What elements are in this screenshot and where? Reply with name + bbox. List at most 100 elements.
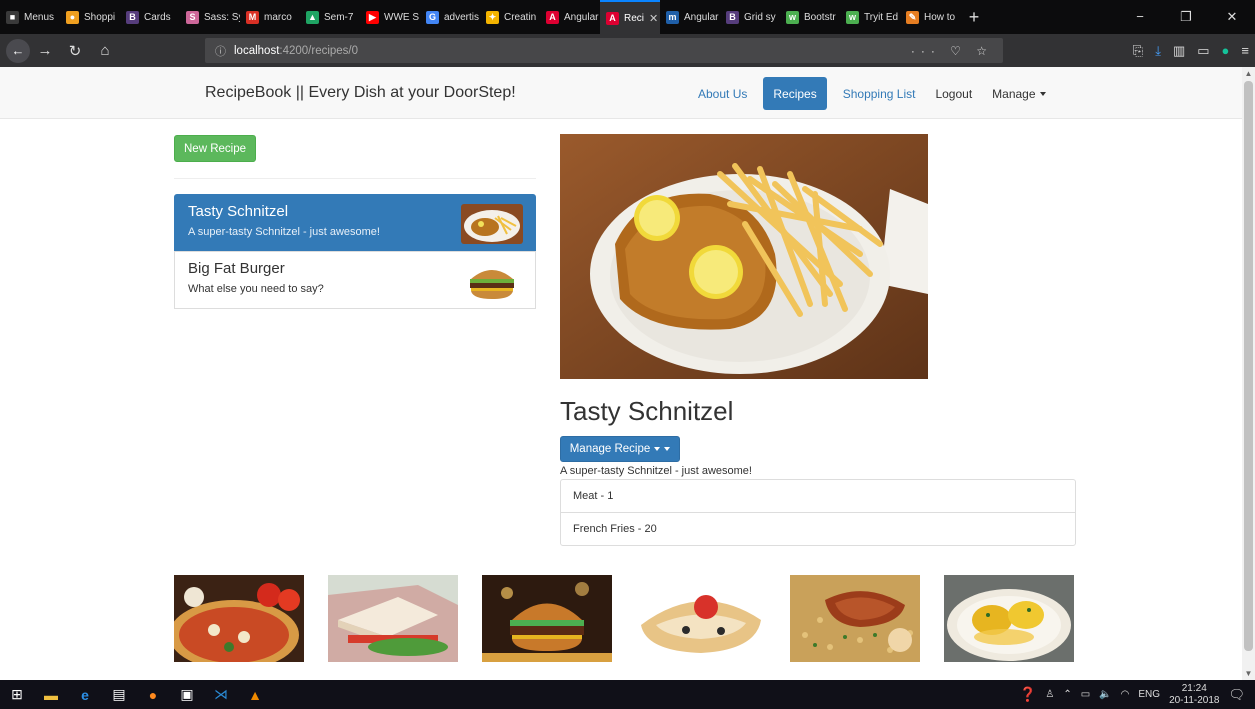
browser-tab[interactable]: ■ Menus xyxy=(0,0,60,34)
forward-arrow-icon[interactable]: → xyxy=(30,42,60,59)
minimize-icon[interactable]: − xyxy=(1117,9,1163,25)
vscode-icon[interactable]: ⋊ xyxy=(204,680,238,709)
browser-tab[interactable]: A Angular xyxy=(540,0,600,34)
browser-tab[interactable]: ✎ How to xyxy=(900,0,960,34)
help-icon[interactable]: ❓ xyxy=(1019,686,1036,703)
grammarly-icon[interactable]: ● xyxy=(1222,43,1230,58)
tab-favicon-icon: ▶ xyxy=(366,10,379,24)
browser-toolbar: ⎘ ⤓ ▥ ▭ ● ≡ xyxy=(1133,34,1249,67)
browser-tab[interactable]: ▲ Sem-7 xyxy=(300,0,360,34)
gallery-image-chicken-rice xyxy=(790,575,920,662)
tab-favicon-icon: ▲ xyxy=(306,10,319,24)
close-window-icon[interactable]: ✕ xyxy=(1209,9,1255,25)
library-icon[interactable]: ▥ xyxy=(1173,43,1185,59)
url-host: localhost xyxy=(234,44,280,57)
restore-icon[interactable]: ❐ xyxy=(1163,9,1209,25)
site-nav: About Us Recipes Shopping List Logout Ma… xyxy=(688,77,1056,110)
site-info-icon[interactable]: ⓘ xyxy=(215,43,226,59)
ingredient-item[interactable]: Meat - 1 xyxy=(560,479,1076,513)
tab-favicon-icon: A xyxy=(606,11,619,25)
url-bar[interactable]: ⓘ localhost:4200/recipes/0 ··· ♡ ☆ xyxy=(205,38,1003,63)
nav-manage-dropdown[interactable]: Manage xyxy=(982,77,1055,110)
nav-shopping-list-link[interactable]: Shopping List xyxy=(833,77,926,110)
tab-favicon-icon: m xyxy=(666,10,679,24)
browser-tab[interactable]: S Sass: Sy xyxy=(180,0,240,34)
browser-tab-active[interactable]: A Reci ✕ xyxy=(600,0,660,34)
browser-tab[interactable]: ✦ Creatin xyxy=(480,0,540,34)
tab-favicon-icon: G xyxy=(426,10,439,24)
ingredient-item[interactable]: French Fries - 20 xyxy=(560,512,1076,546)
clock-time: 21:24 xyxy=(1181,682,1207,694)
browser-tab[interactable]: w Bootstr xyxy=(780,0,840,34)
browser-navbar: ← → ↻ ⌂ ⓘ localhost:4200/recipes/0 ··· ♡… xyxy=(0,34,1255,67)
gallery-image-burger xyxy=(482,575,612,662)
tray-overflow-icon[interactable]: ⌃ xyxy=(1063,689,1071,700)
browser-tab[interactable]: Gadvertis xyxy=(420,0,480,34)
browser-tabstrip: ■ Menus ● Shoppi B Cards S Sass: Sy Mmarco ▲… xyxy=(0,0,1255,34)
nav-logout-link[interactable]: Logout xyxy=(925,77,982,110)
firefox-icon[interactable]: ● xyxy=(136,680,170,709)
scrollbar-thumb[interactable] xyxy=(1244,81,1253,651)
nav-about-link[interactable]: About Us xyxy=(688,77,757,110)
browser-tab[interactable]: w Tryit Ed xyxy=(840,0,900,34)
battery-icon[interactable]: ▭ xyxy=(1081,689,1090,700)
app-icon[interactable]: ▣ xyxy=(170,680,204,709)
recipe-thumbnail xyxy=(461,204,523,244)
tab-favicon-icon: B xyxy=(726,10,739,24)
browser-tab[interactable]: Mmarco xyxy=(240,0,300,34)
store-icon[interactable]: ▤ xyxy=(102,680,136,709)
recipe-list-item[interactable]: Big Fat Burger What else you need to say… xyxy=(174,251,536,309)
gallery-image-sandwich xyxy=(328,575,458,662)
back-arrow-icon[interactable]: ← xyxy=(6,38,30,63)
caret-down-icon xyxy=(664,447,671,451)
gallery-image-pizza xyxy=(174,575,304,662)
edge-browser-icon[interactable]: e xyxy=(68,680,102,709)
clock[interactable]: 21:24 20-11-2018 xyxy=(1169,683,1219,707)
recipe-detail-title: Tasty Schnitzel xyxy=(560,396,734,426)
new-tab-plus-icon[interactable]: + xyxy=(960,7,988,28)
recipe-description: A super-tasty Schnitzel - just awesome! xyxy=(188,226,380,238)
home-icon[interactable]: ⌂ xyxy=(90,42,120,59)
tab-favicon-icon: ✎ xyxy=(906,10,919,24)
window-controls: − ❐ ✕ xyxy=(1117,9,1255,25)
browser-tab[interactable]: m Angular xyxy=(660,0,720,34)
people-icon[interactable]: ♙ xyxy=(1045,689,1054,700)
tab-favicon-icon: S xyxy=(186,10,199,24)
tab-close-icon[interactable]: ✕ xyxy=(649,12,658,25)
recipe-list-item-active[interactable]: Tasty Schnitzel A super-tasty Schnitzel … xyxy=(174,194,536,252)
browser-tab[interactable]: ▶ WWE S xyxy=(360,0,420,34)
new-recipe-button[interactable]: New Recipe xyxy=(174,135,256,162)
tab-favicon-icon: B xyxy=(126,10,139,24)
file-explorer-icon[interactable]: ▬ xyxy=(34,680,68,709)
bookmark-tray-icon[interactable]: ⎘ xyxy=(1133,43,1143,59)
gallery-image-eggs-benedict xyxy=(944,575,1074,662)
browser-tab[interactable]: B Cards xyxy=(120,0,180,34)
vlc-icon[interactable]: ▲ xyxy=(238,680,272,709)
page-actions-icon[interactable]: ··· ♡ ☆ xyxy=(911,44,993,58)
sidebar-icon[interactable]: ▭ xyxy=(1197,43,1209,59)
reload-icon[interactable]: ↻ xyxy=(60,42,90,60)
system-tray: ❓ ♙ ⌃ ▭ 🔈 ◠ ENG 21:24 20-11-2018 🗨 xyxy=(1019,683,1255,707)
site-brand[interactable]: RecipeBook || Every Dish at your DoorSte… xyxy=(205,84,516,102)
browser-tab[interactable]: ● Shoppi xyxy=(60,0,120,34)
page-scrollbar[interactable]: ▲ ▼ xyxy=(1242,67,1255,680)
scroll-down-icon[interactable]: ▼ xyxy=(1242,669,1255,678)
scroll-up-icon[interactable]: ▲ xyxy=(1242,69,1255,78)
volume-icon[interactable]: 🔈 xyxy=(1099,689,1111,700)
tab-favicon-icon: ● xyxy=(66,10,79,24)
recipe-list: Tasty Schnitzel A super-tasty Schnitzel … xyxy=(174,194,536,309)
recipe-name: Big Fat Burger xyxy=(188,260,285,277)
windows-taskbar: ⊞ ▬ e ▤ ● ▣ ⋊ ▲ ❓ ♙ ⌃ ▭ 🔈 ◠ ENG 21:24 20… xyxy=(0,680,1255,709)
windows-start-icon[interactable]: ⊞ xyxy=(0,680,34,709)
browser-tab[interactable]: B Grid sy xyxy=(720,0,780,34)
recipe-description: What else you need to say? xyxy=(188,283,324,295)
wifi-icon[interactable]: ◠ xyxy=(1121,689,1130,700)
manage-recipe-dropdown-button[interactable]: Manage Recipe xyxy=(560,436,680,462)
food-gallery xyxy=(174,575,1074,662)
nav-recipes-link[interactable]: Recipes xyxy=(763,77,827,110)
language-indicator[interactable]: ENG xyxy=(1138,689,1160,700)
notification-icon[interactable]: 🗨 xyxy=(1228,687,1245,703)
hamburger-menu-icon[interactable]: ≡ xyxy=(1241,43,1249,58)
ingredient-list: Meat - 1 French Fries - 20 xyxy=(560,479,1076,546)
download-icon[interactable]: ⤓ xyxy=(1155,43,1161,59)
